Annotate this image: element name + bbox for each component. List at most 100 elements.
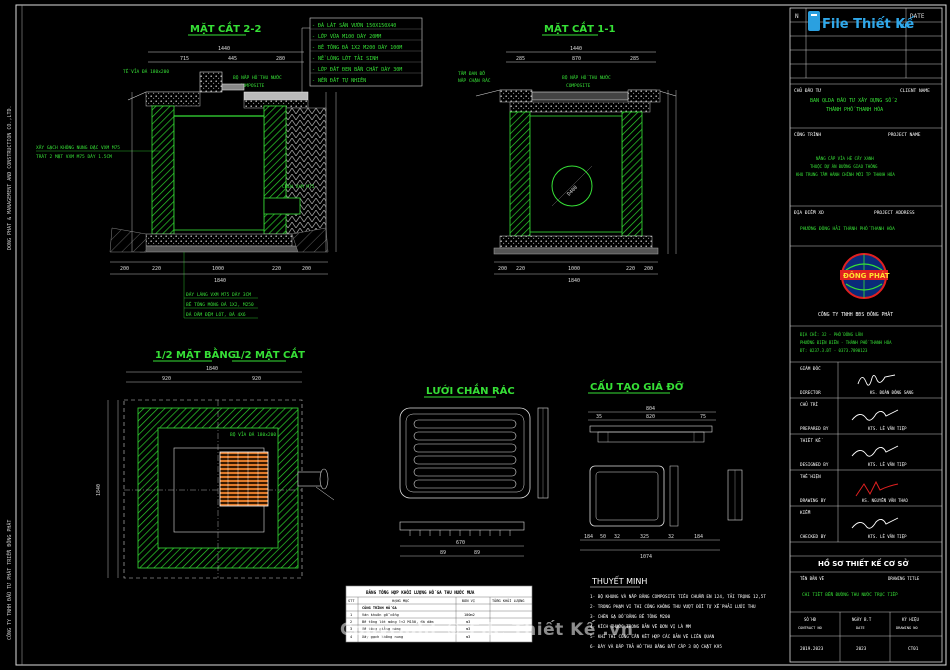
sec11-bdim-5: 200 bbox=[644, 266, 653, 272]
sec22-dim-a: 715 bbox=[180, 56, 189, 62]
tb-contract-label-en: CONTRACT NO bbox=[798, 626, 822, 630]
grate-plan bbox=[399, 407, 531, 499]
signature-preparer bbox=[851, 409, 899, 421]
plan-grate bbox=[219, 451, 269, 507]
tb-address-label: ĐỊA ĐIỂM XD bbox=[794, 208, 824, 216]
frame-dim-bottom: 1074 bbox=[640, 554, 652, 560]
section-1-1-title: MẶT CẮT 1-1 bbox=[544, 20, 615, 35]
tb-owner: BAN QLDA ĐẦU TƯ XÂY DỰNG SỐ 2 bbox=[810, 97, 897, 104]
role-4-vn: THỂ HIỆN bbox=[800, 472, 821, 480]
role-5-name: KTS. LÊ VĂN TIỆP bbox=[868, 534, 907, 539]
sec22-bdim-5: 200 bbox=[302, 266, 311, 272]
sec22-paving-note: TẾ VỈA ĐÁ 180x200 bbox=[123, 67, 169, 75]
note-1: 1- BỘ KHUNG VÀ NẮP BẰNG COMPOSITE TIÊU C… bbox=[590, 592, 766, 600]
frame-dim-b4: 325 bbox=[640, 534, 649, 540]
layer-5: - LỚP ĐẤT ĐEN BẦN CHẤT DÀY 30M bbox=[312, 66, 402, 73]
sec22-wall-right bbox=[263, 105, 287, 235]
sec22-plaster-note: TRÁT 2 MẶT VXM M75 DÀY 1.5CM bbox=[36, 153, 112, 160]
notes-title: THUYẾT MINH bbox=[591, 575, 647, 586]
plan-view: 1/2 MẶT BẰNG 1/2 MẶT CẮT 1840 920 920 BỘ… bbox=[96, 346, 335, 579]
tb-drawing-label: TÊN BẢN VẼ bbox=[800, 576, 825, 581]
role-4-name: KS. NGUYỄN VĂN THAO bbox=[862, 498, 908, 503]
tb-address: PHƯỜNG ĐÔNG HẢI THÀNH PHỐ THANH HÓA bbox=[800, 224, 895, 232]
sec11-dim-top: 1440 bbox=[570, 46, 582, 52]
layer-2: - LỚP VỮA M100 DÀY 20MM bbox=[312, 33, 381, 40]
plan-half-title: 1/2 MẶT BẰNG bbox=[155, 346, 236, 361]
sec22-wall-left bbox=[151, 105, 175, 235]
table-r1-item: Ván khuôn gỗ cống bbox=[362, 613, 399, 617]
role-2-name: KTS. LÊ VĂN TIỆP bbox=[868, 426, 907, 431]
frame-dim-top: 804 bbox=[646, 406, 655, 412]
table-h-item: HẠNG MỤC bbox=[392, 599, 409, 603]
sec22-dim-total: 1840 bbox=[214, 278, 226, 284]
role-1-vn: GIÁM ĐỐC bbox=[800, 365, 821, 372]
signature-checker bbox=[851, 517, 899, 529]
sec11-wall-left bbox=[509, 111, 531, 237]
role-3-en: DESIGNED BY bbox=[800, 462, 829, 468]
tb-drawingno-value: CT01 bbox=[908, 646, 919, 652]
tb-address-label-en: PROJECT ADDRESS bbox=[874, 210, 915, 216]
tb-stage: HỒ SƠ THIẾT KẾ CƠ SỞ bbox=[818, 558, 909, 568]
role-3-vn: THIẾT KẾ bbox=[800, 436, 823, 444]
role-5-en: CHECKED BY bbox=[800, 534, 826, 540]
frame-dim-b5: 32 bbox=[668, 534, 674, 540]
frame-detail: CẤU TẠO GIÁ ĐỠ 804 35 820 75 184 50 32 3… bbox=[580, 378, 743, 560]
sec22-bdim-4: 220 bbox=[272, 266, 281, 272]
signature-designer bbox=[851, 445, 899, 457]
section-2-2-title: MẶT CẮT 2-2 bbox=[190, 20, 261, 35]
tb-drawingno-label: KÝ HIỆU bbox=[902, 617, 919, 622]
tb-date-label-en: DATE bbox=[856, 626, 865, 630]
sec11-dim-total: 1840 bbox=[568, 278, 580, 284]
sec11-bdim-1: 200 bbox=[498, 266, 507, 272]
tb-project-label-en: PROJECT NAME bbox=[888, 132, 921, 138]
layer-4: - NỀ LÓNG LỚT TẢI SINH bbox=[312, 54, 378, 62]
layer-3: - BÊ TÔNG ĐÁ 1X2 M200 DÀY 100M bbox=[312, 43, 402, 51]
table-h-stt: STT bbox=[348, 599, 355, 603]
grate-detail: LƯỚI CHẮN RÁC 670 89 89 bbox=[399, 382, 549, 557]
plan-dim-b: 920 bbox=[252, 376, 261, 382]
logo-suffix: .vn bbox=[896, 21, 910, 30]
tb-owner-2: THÀNH PHỐ THANH HÓA bbox=[826, 106, 883, 113]
tb-company-addr-3: ĐT: 0237.3.ĐT - 0373.7890123 bbox=[800, 348, 868, 353]
frame-dim-t1: 35 bbox=[596, 414, 602, 420]
sec11-dim-c: 285 bbox=[630, 56, 639, 62]
filethietke-logo: File Thiết Kế .vn bbox=[808, 11, 914, 32]
frame-dim-t2: 820 bbox=[646, 414, 655, 420]
table-r1-no: 1 bbox=[350, 613, 352, 617]
layer-callouts: - ĐÁ LÁT SÂN VƯỜN 150X150X40 - LỚP VỮA M… bbox=[301, 17, 423, 96]
grate-dim-a: 670 bbox=[456, 540, 465, 546]
tb-company-addr-1: ĐỊA CHỈ: 32 - PHỐ ĐÔNG LÂN bbox=[800, 332, 863, 337]
sec11-paving2-note: NẮP CHẶN RÁC bbox=[458, 77, 491, 84]
plan-dim-a: 920 bbox=[162, 376, 171, 382]
section-2-2: MẶT CẮT 2-2 - ĐÁ LÁT SÂN VƯỜN 150X150X40… bbox=[36, 17, 423, 319]
company-logo-text: ĐÔNG PHÁT bbox=[843, 271, 890, 280]
role-1-name: KS. ĐOÀN ĐÔNG SANG bbox=[870, 390, 914, 395]
tb-drawing-label-en: DRAWING TITLE bbox=[888, 576, 920, 581]
tb-owner-label: CHỦ ĐẦU TƯ bbox=[794, 86, 821, 94]
sec11-dim-b: 870 bbox=[572, 56, 581, 62]
section-half-title: 1/2 MẶT CẮT bbox=[234, 346, 305, 361]
base-note-1: ĐÁY LÁNG VXM M75 DÀY 3CM bbox=[186, 291, 251, 298]
side-company-en: DONG PHAT & MANAGEMENT AND CONSTRUCTION … bbox=[7, 106, 13, 251]
tb-contract-label: SỐ HĐ bbox=[804, 617, 817, 622]
role-5-vn: KIỂM bbox=[800, 508, 811, 516]
table-title: BẢNG TỔNG HỢP KHỐI LƯỢNG HỐ GA THU NƯỚC … bbox=[366, 590, 475, 595]
note-2: 2- TRONG PHẠM VI THI CÔNG KHÔNG THU VƯỢT… bbox=[590, 602, 756, 610]
signature-drafter bbox=[855, 480, 899, 497]
plan-dim-side: 1840 bbox=[96, 484, 102, 496]
sec11-bdim-3: 1000 bbox=[568, 266, 580, 272]
cad-drawing-sheet: DONG PHAT & MANAGEMENT AND CONSTRUCTION … bbox=[5, 4, 947, 666]
plan-dim-top: 1840 bbox=[206, 366, 218, 372]
sec11-cover-note: BỘ NẮP HỐ THU NƯỚC bbox=[562, 73, 611, 81]
tb-company: CÔNG TY TNHH BĐS ĐÔNG PHÁT bbox=[818, 311, 893, 318]
title-block: N DATE File Thiết Kế .vn CHỦ ĐẦU TƯ CLIE… bbox=[789, 7, 943, 663]
signature-director bbox=[857, 374, 896, 386]
tb-col-no: N bbox=[795, 13, 799, 20]
sec11-base bbox=[499, 235, 653, 249]
tb-date-label: NGÀY B.T bbox=[852, 617, 872, 622]
watermark: Copyright © File Thiết Kế .vn bbox=[340, 620, 634, 640]
role-1-en: DIRECTOR bbox=[800, 390, 821, 396]
role-3-name: KTS. LÊ VĂN TIỆP bbox=[868, 462, 907, 467]
sec11-wall-right bbox=[621, 111, 643, 237]
sec22-cover-note: BỘ NẮP HỐ THU NƯỚC bbox=[233, 73, 282, 81]
